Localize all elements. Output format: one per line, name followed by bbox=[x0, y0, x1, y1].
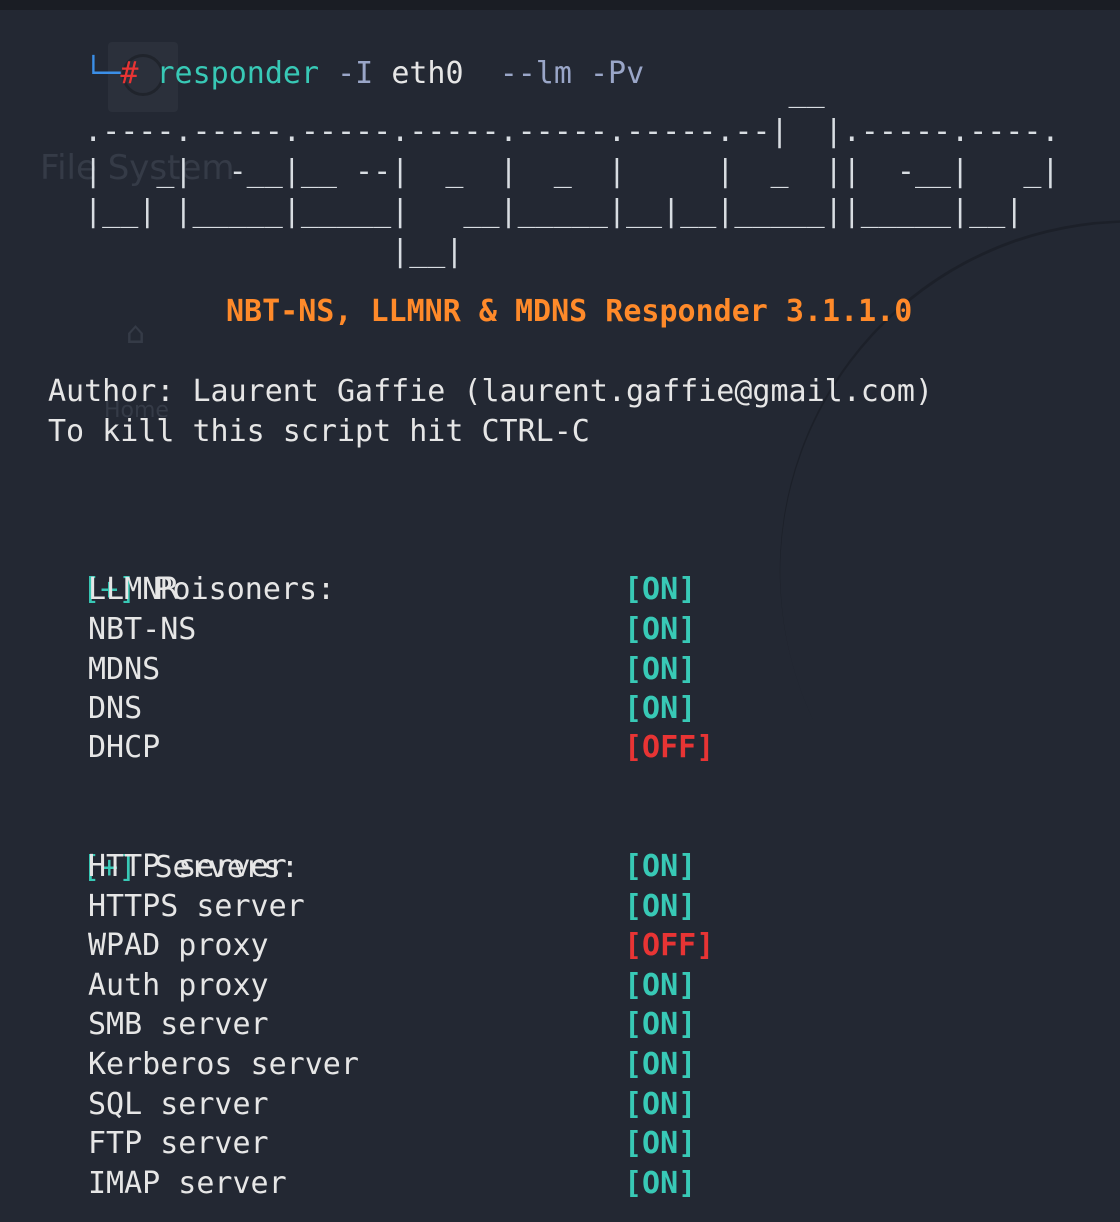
server-status: [ON] bbox=[624, 1047, 697, 1082]
server-name: HTTP server bbox=[88, 849, 287, 884]
poisoner-status: [ON] bbox=[624, 691, 697, 726]
poisoner-status: [ON] bbox=[624, 612, 697, 647]
server-status: [ON] bbox=[624, 1087, 697, 1122]
command-prompt-line: └─# responder -I eth0 --lm -Pv bbox=[12, 14, 644, 91]
server-name: FTP server bbox=[88, 1126, 269, 1161]
server-status: [ON] bbox=[624, 849, 697, 884]
desktop-ghost-home-icon: ⌂ bbox=[126, 316, 146, 351]
poisoner-status: [ON] bbox=[624, 652, 697, 687]
poisoner-name: NBT-NS bbox=[88, 612, 197, 647]
server-name: IMAP server bbox=[88, 1166, 287, 1201]
author-line: Author: Laurent Gaffie (laurent.gaffie@g… bbox=[48, 374, 934, 409]
server-status: [ON] bbox=[624, 1007, 697, 1042]
server-name: Auth proxy bbox=[88, 968, 269, 1003]
poisoner-status: [OFF] bbox=[624, 730, 715, 765]
responder-ascii-banner: __ .----.-----.-----.-----.-----.-----.-… bbox=[84, 74, 1060, 269]
poisoner-name: LLMNR bbox=[88, 572, 179, 607]
terminal-top-edge bbox=[0, 0, 1120, 10]
server-name: SMB server bbox=[88, 1007, 269, 1042]
poisoner-name: MDNS bbox=[88, 652, 161, 687]
poisoners-heading: Poisoners: bbox=[154, 572, 336, 607]
terminal-window[interactable]: File System ⌂ Home └─# responder -I eth0… bbox=[0, 0, 1120, 1222]
server-name: Kerberos server bbox=[88, 1047, 359, 1082]
banner-title: NBT-NS, LLMNR & MDNS Responder 3.1.1.0 bbox=[226, 294, 913, 329]
server-status: [ON] bbox=[624, 1126, 697, 1161]
server-status: [ON] bbox=[624, 889, 697, 924]
poisoner-name: DHCP bbox=[88, 730, 161, 765]
poisoners-heading-line: [+] Poisoners: bbox=[10, 530, 335, 607]
poisoner-name: DNS bbox=[88, 691, 143, 726]
server-name: HTTPS server bbox=[88, 889, 305, 924]
server-name: WPAD proxy bbox=[88, 928, 269, 963]
server-status: [ON] bbox=[624, 968, 697, 1003]
servers-heading-line: [+] Servers: bbox=[10, 808, 299, 885]
server-status: [ON] bbox=[624, 1166, 697, 1201]
server-name: SQL server bbox=[88, 1087, 269, 1122]
server-status: [OFF] bbox=[624, 928, 715, 963]
poisoner-status: [ON] bbox=[624, 572, 697, 607]
kill-hint-line: To kill this script hit CTRL-C bbox=[48, 414, 590, 449]
